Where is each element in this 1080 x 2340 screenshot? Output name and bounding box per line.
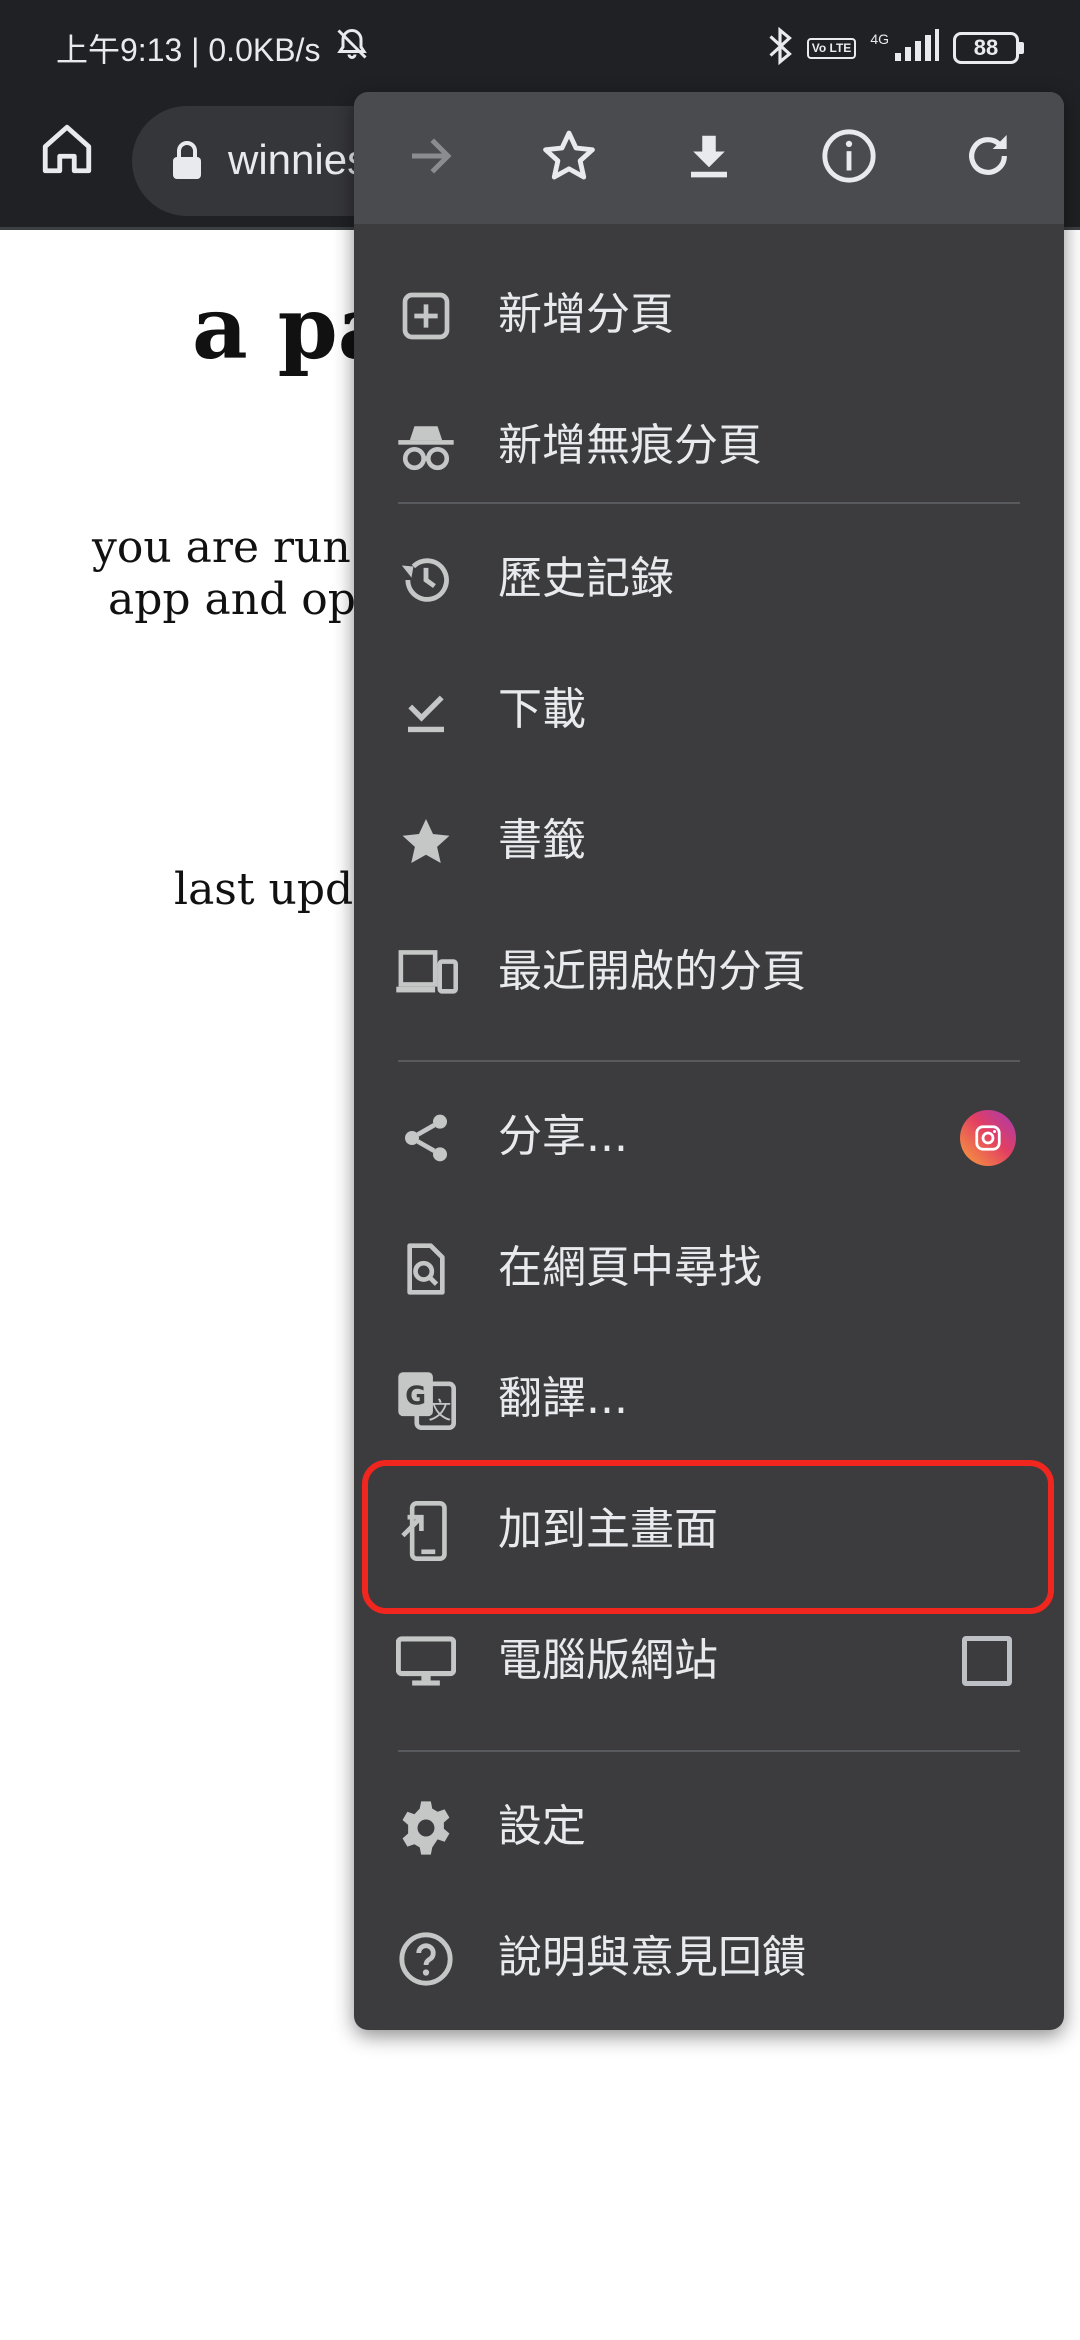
menu-item-label: 下載	[498, 684, 586, 735]
mute-bell-icon	[334, 25, 370, 71]
find-in-page-icon	[394, 1237, 458, 1301]
menu-item-label: 新增無痕分頁	[498, 420, 762, 471]
menu-item-label: 最近開啟的分頁	[498, 946, 806, 997]
battery-level: 88	[953, 32, 1019, 64]
desktop-site-icon	[394, 1630, 458, 1694]
settings-icon	[394, 1796, 458, 1860]
network-type: 4G	[870, 31, 889, 47]
menu-item-new-tab[interactable]: 新增分頁	[354, 250, 1064, 381]
menu-divider	[398, 502, 1020, 504]
home-icon	[38, 120, 96, 182]
status-text: 上午9:13 | 0.0KB/s	[56, 32, 321, 68]
signal-icon	[893, 29, 939, 67]
url-text: winnies	[228, 136, 369, 183]
status-bar: 上午9:13 | 0.0KB/s Vo LTE 4G 88	[0, 0, 1080, 96]
info-icon	[820, 127, 878, 189]
menu-item-translate[interactable]: G文 翻譯...	[354, 1334, 1064, 1465]
svg-text:文: 文	[428, 1398, 451, 1424]
bookmark-button[interactable]	[529, 118, 609, 198]
menu-item-recent-tabs[interactable]: 最近開啟的分頁	[354, 907, 1064, 1038]
menu-item-help-feedback[interactable]: 說明與意見回饋	[354, 1893, 1064, 2024]
svg-text:G: G	[405, 1381, 426, 1411]
volte-badge: Vo LTE	[806, 37, 857, 59]
download-icon	[682, 129, 736, 187]
bluetooth-icon	[767, 26, 793, 69]
refresh-icon	[960, 128, 1016, 188]
new-tab-icon	[394, 284, 458, 348]
menu-item-share[interactable]: 分享...	[354, 1072, 1064, 1203]
menu-item-label: 翻譯...	[498, 1373, 628, 1424]
bookmark-star-icon	[540, 127, 598, 189]
menu-item-history[interactable]: 歷史記錄	[354, 514, 1064, 645]
downloads-icon	[394, 679, 458, 743]
status-left: 上午9:13 | 0.0KB/s	[56, 24, 370, 72]
share-icon	[394, 1106, 458, 1170]
menu-item-label: 電腦版網站	[498, 1635, 718, 1686]
menu-item-downloads[interactable]: 下載	[354, 645, 1064, 776]
lock-icon	[170, 141, 204, 185]
bookmarks-icon	[394, 810, 458, 874]
menu-item-label: 新增分頁	[498, 289, 674, 340]
page-info-button[interactable]	[809, 118, 889, 198]
download-button[interactable]	[669, 118, 749, 198]
menu-item-label: 歷史記錄	[498, 553, 674, 604]
menu-item-find-in-page[interactable]: 在網頁中尋找	[354, 1203, 1064, 1334]
battery-icon: 88	[953, 32, 1024, 64]
page-text-line: app and ope	[108, 574, 382, 625]
status-right: Vo LTE 4G 88	[767, 24, 1024, 72]
menu-item-label: 分享...	[498, 1111, 628, 1162]
menu-action-row	[354, 92, 1064, 224]
translate-icon: G文	[394, 1368, 458, 1432]
menu-item-label: 在網頁中尋找	[498, 1242, 762, 1293]
menu-item-label: 書籤	[498, 815, 586, 866]
menu-item-settings[interactable]: 設定	[354, 1762, 1064, 1893]
menu-divider	[398, 1750, 1020, 1752]
forward-icon	[403, 129, 457, 187]
recent-tabs-icon	[394, 941, 458, 1005]
battery-tip	[1019, 42, 1024, 54]
menu-item-new-incognito-tab[interactable]: 新增無痕分頁	[354, 381, 1064, 512]
forward-button[interactable]	[390, 118, 470, 198]
page-text-line: last upda	[174, 864, 380, 915]
history-icon	[394, 548, 458, 612]
menu-item-desktop-site[interactable]: 電腦版網站	[354, 1596, 1064, 1727]
highlight-box	[362, 1460, 1054, 1614]
overflow-menu: 新增分頁 新增無痕分頁 歷史記錄 下載 書籤 最近開啟的分頁 分享... 在網頁…	[354, 92, 1064, 2030]
home-button[interactable]	[34, 118, 100, 184]
page-text-line: you are run	[92, 522, 351, 573]
incognito-icon	[394, 415, 458, 479]
menu-item-bookmarks[interactable]: 書籤	[354, 776, 1064, 907]
menu-item-label: 設定	[498, 1801, 586, 1852]
refresh-button[interactable]	[948, 118, 1028, 198]
help-icon	[394, 1927, 458, 1991]
instagram-share-icon[interactable]	[960, 1110, 1016, 1166]
desktop-site-checkbox[interactable]	[962, 1636, 1012, 1686]
menu-item-label: 說明與意見回饋	[498, 1932, 806, 1983]
menu-divider	[398, 1060, 1020, 1062]
